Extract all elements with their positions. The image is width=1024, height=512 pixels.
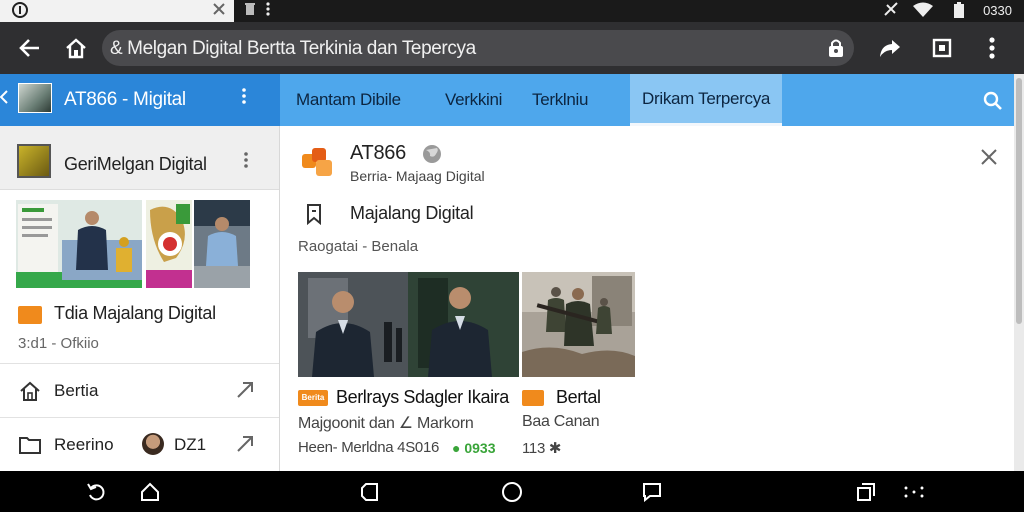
tab-label: Verkkini — [445, 90, 503, 109]
sidebar-item-label: Tdia Majalang Digital — [54, 303, 216, 323]
home-icon[interactable] — [138, 480, 162, 504]
tab-terklniu[interactable]: Terklniu — [532, 74, 588, 126]
undo-icon[interactable] — [84, 480, 108, 504]
home-icon[interactable] — [60, 32, 92, 64]
more-vert-icon[interactable] — [242, 87, 246, 110]
category-badge: Berita — [298, 390, 328, 406]
more-dots-icon[interactable] — [902, 480, 926, 504]
more-vert-icon[interactable] — [244, 152, 248, 173]
tab-label: Terklniu — [532, 90, 589, 109]
trash-icon — [244, 2, 256, 20]
tab-strip[interactable] — [0, 0, 234, 22]
folder-icon — [18, 433, 42, 457]
sidebar-item-bertia[interactable]: Bertia — [0, 363, 279, 417]
news-thumbnail[interactable] — [146, 200, 192, 288]
main-panel: AT866 Berria- Majaag Digital Majalang Di… — [280, 126, 1014, 471]
info-circle-icon — [12, 2, 28, 22]
share-icon[interactable] — [874, 32, 906, 64]
sidebar-item-label: Reerino — [54, 435, 114, 454]
card-subline: Majgoonit dan ∠ Markorn — [298, 415, 474, 432]
browser-toolbar: & Melgan Digital Bertta Terkinia dan Tep… — [0, 22, 1024, 74]
globe-icon — [422, 144, 442, 164]
tabs-icon[interactable] — [926, 32, 958, 64]
card-meta: 113 ✱ — [522, 440, 562, 457]
app-header: AT866 - Migital — [0, 74, 280, 126]
sidebar-group-header[interactable]: GeriMelgan Digital — [0, 126, 279, 190]
sidebar-item-label: Bertia — [54, 381, 99, 400]
group-avatar — [17, 144, 51, 178]
back-icon[interactable] — [358, 480, 382, 504]
tab-label: Mantam Dibile — [296, 90, 401, 109]
news-thumbnail[interactable] — [194, 200, 250, 288]
tab-mantam-dibile[interactable]: Mantam Dibile — [296, 74, 401, 126]
category-badge — [522, 390, 544, 406]
tab-drikam-terpercya[interactable]: Drikam Terpercya — [630, 74, 782, 126]
scrollbar-thumb[interactable] — [1016, 78, 1022, 324]
sidebar-item-number: DZ1 — [174, 435, 207, 454]
url-bar[interactable]: & Melgan Digital Bertta Terkinia dan Tep… — [102, 30, 854, 66]
news-badge-icon — [18, 306, 42, 324]
back-arrow-icon[interactable] — [14, 32, 46, 64]
card-headline[interactable]: Berlrays Sdagler Ikaira — [336, 387, 509, 408]
tabs-bar: Mantam Dibile Verkkini Terklniu Drikam T… — [280, 74, 1014, 126]
news-photo[interactable] — [522, 272, 635, 377]
screen: 0330 & Melgan Digital Bertta Terkinia da… — [0, 0, 1024, 512]
topic-title: Majalang Digital — [350, 203, 474, 223]
chevron-left-icon[interactable] — [0, 90, 8, 109]
card-meta-extra: ● 0933 — [452, 440, 496, 456]
url-text[interactable]: & Melgan Digital Bertta Terkinia dan Tep… — [110, 38, 476, 60]
source-name: AT866 — [350, 142, 406, 164]
home-circle-icon[interactable] — [500, 480, 524, 504]
source-logo — [302, 148, 332, 176]
bookmark-icon — [302, 202, 326, 226]
chat-icon[interactable] — [640, 480, 664, 504]
sidebar-item-reerino[interactable]: Reerino DZ1 — [0, 417, 279, 471]
sidebar: GeriMelgan Digital Tdia Majalang Digital… — [0, 126, 280, 471]
status-time: 0330 — [983, 3, 1012, 18]
sidebar-item-meta: 3:d1 - Ofkiio — [18, 335, 99, 352]
lock-icon[interactable] — [824, 36, 848, 60]
more-vert-icon[interactable] — [976, 32, 1008, 64]
recents-icon[interactable] — [854, 480, 878, 504]
arrow-up-right-icon[interactable] — [234, 432, 258, 456]
home-icon — [18, 379, 42, 403]
close-icon[interactable] — [976, 144, 1002, 170]
battery-icon — [954, 2, 964, 22]
card-subline: Baa Canan — [522, 413, 600, 430]
search-icon[interactable] — [980, 88, 1006, 114]
no-signal-icon — [884, 2, 898, 20]
sidebar-group-title: GeriMelgan Digital — [64, 154, 207, 174]
source-subtitle: Berria- Majaag Digital — [350, 168, 485, 184]
topic-subtitle: Raogatai - Benala — [298, 238, 419, 255]
card-headline[interactable]: Bertal — [556, 387, 601, 408]
more-vert-icon — [266, 2, 270, 20]
app-title: AT866 - Migital — [64, 89, 186, 110]
close-icon[interactable] — [212, 2, 226, 20]
app-logo — [18, 83, 52, 113]
status-bar: 0330 — [0, 0, 1024, 22]
scrollbar[interactable] — [1014, 74, 1024, 471]
news-thumbnail[interactable] — [16, 200, 142, 288]
tab-label: Drikam Terpercya — [642, 88, 771, 108]
news-photo[interactable] — [298, 272, 519, 377]
arrow-up-right-icon[interactable] — [234, 378, 258, 402]
wifi-icon — [912, 2, 934, 22]
avatar — [142, 433, 164, 455]
tab-verkkini[interactable]: Verkkini — [445, 74, 502, 126]
system-nav-bar — [0, 471, 1024, 512]
card-meta: Heen- Merldna 4S016 — [298, 439, 440, 456]
